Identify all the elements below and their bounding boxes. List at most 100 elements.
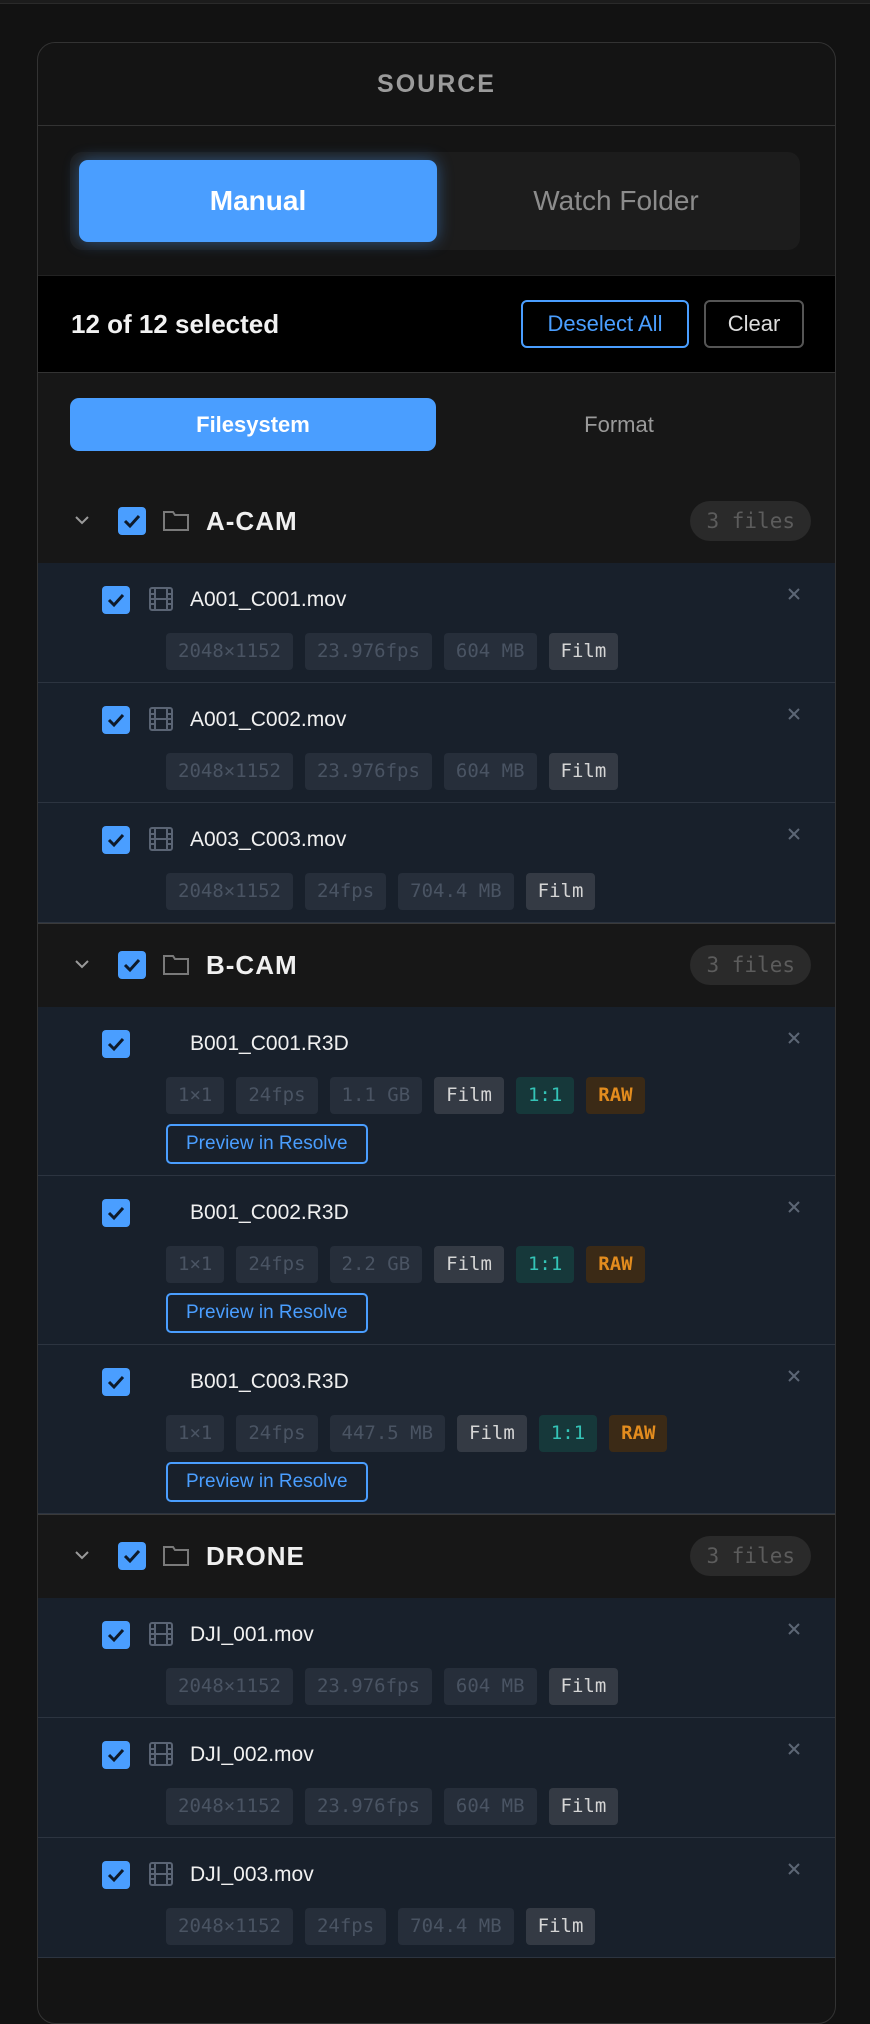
film-icon — [148, 1621, 174, 1647]
raw-tag: RAW — [609, 1415, 668, 1452]
group-header[interactable]: A-CAM 3 files — [38, 480, 835, 563]
ratio-tag: 1:1 — [515, 1077, 575, 1114]
file-row: DJI_002.mov 2048×1152 23.976fps 604 MB Film — [38, 1718, 835, 1838]
file-name: DJI_002.mov — [190, 1743, 314, 1766]
file-checkbox[interactable] — [102, 706, 130, 734]
fps-tag: 23.976fps — [304, 1668, 432, 1705]
file-groups: A-CAM 3 files A001_C001.mov 2048×1152 23.976… — [38, 480, 835, 1958]
window-top-edge — [0, 0, 870, 4]
close-icon[interactable] — [785, 705, 803, 723]
size-tag: 604 MB — [443, 633, 537, 670]
size-tag: 604 MB — [443, 753, 537, 790]
file-count-badge: 3 files — [690, 1536, 811, 1576]
file-tags: 2048×1152 24fps 704.4 MB Film — [166, 1908, 596, 1945]
mode-manual-button[interactable]: Manual — [79, 160, 437, 242]
group-checkbox[interactable] — [118, 1542, 146, 1570]
file-count-badge: 3 files — [690, 945, 811, 985]
film-icon — [148, 1861, 174, 1887]
raw-tag: RAW — [586, 1077, 645, 1114]
mode-watch-folder-button[interactable]: Watch Folder — [437, 160, 795, 242]
preview-in-resolve-button[interactable]: Preview in Resolve — [166, 1293, 368, 1333]
type-tag: Film — [434, 1246, 504, 1283]
chevron-down-icon[interactable] — [72, 510, 92, 530]
file-checkbox[interactable] — [102, 1861, 130, 1889]
deselect-all-button[interactable]: Deselect All — [521, 300, 689, 348]
chevron-down-icon[interactable] — [72, 954, 92, 974]
folder-icon — [162, 1543, 190, 1567]
tab-filesystem[interactable]: Filesystem — [70, 398, 436, 451]
preview-in-resolve-button[interactable]: Preview in Resolve — [166, 1462, 368, 1502]
folder-icon — [162, 508, 190, 532]
source-panel: SOURCE Manual Watch Folder 12 of 12 sele… — [37, 42, 836, 2024]
type-tag: Film — [525, 1908, 596, 1945]
file-row: A001_C001.mov 2048×1152 23.976fps 604 MB Fil… — [38, 563, 835, 683]
file-row: DJI_003.mov 2048×1152 24fps 704.4 MB Film — [38, 1838, 835, 1958]
file-tags: 2048×1152 24fps 704.4 MB Film — [166, 873, 596, 910]
size-tag: 1.1 GB — [329, 1077, 423, 1114]
file-count-badge: 3 files — [690, 501, 811, 541]
chevron-down-icon[interactable] — [72, 1545, 92, 1565]
file-name: B001_C002.R3D — [190, 1201, 349, 1224]
file-checkbox[interactable] — [102, 1030, 130, 1058]
clear-button[interactable]: Clear — [704, 300, 804, 348]
size-tag: 447.5 MB — [329, 1415, 446, 1452]
file-row: A003_C003.mov 2048×1152 24fps 704.4 MB Film — [38, 803, 835, 923]
fps-tag: 24fps — [304, 1908, 387, 1945]
film-icon — [148, 826, 174, 852]
file-checkbox[interactable] — [102, 1199, 130, 1227]
file-checkbox[interactable] — [102, 826, 130, 854]
group-header[interactable]: B-CAM 3 files — [38, 923, 835, 1007]
file-row: DJI_001.mov 2048×1152 23.976fps 604 MB Film — [38, 1598, 835, 1718]
file-name: B001_C001.R3D — [190, 1032, 349, 1055]
fps-tag: 23.976fps — [304, 753, 432, 790]
selection-count: 12 of 12 selected — [71, 309, 280, 339]
close-icon[interactable] — [785, 585, 803, 603]
file-checkbox[interactable] — [102, 1741, 130, 1769]
tab-format[interactable]: Format — [436, 398, 802, 451]
resolution-tag: 2048×1152 — [166, 873, 293, 910]
file-checkbox[interactable] — [102, 1621, 130, 1649]
type-tag: Film — [548, 1668, 619, 1705]
mode-segmented-control: Manual Watch Folder — [70, 152, 800, 250]
resolution-tag: 1×1 — [166, 1415, 225, 1452]
file-name: A001_C002.mov — [190, 708, 347, 731]
file-tags: 2048×1152 23.976fps 604 MB Film — [166, 1788, 619, 1825]
fps-tag: 24fps — [236, 1415, 318, 1452]
type-tag: Film — [548, 1788, 619, 1825]
size-tag: 704.4 MB — [398, 1908, 514, 1945]
resolution-tag: 2048×1152 — [166, 753, 293, 790]
file-name: A003_C003.mov — [190, 828, 347, 851]
close-icon[interactable] — [785, 1860, 803, 1878]
resolution-tag: 1×1 — [166, 1077, 225, 1114]
selection-bar: 12 of 12 selected Deselect All Clear — [38, 276, 835, 373]
group-checkbox[interactable] — [118, 951, 146, 979]
group-title: B-CAM — [206, 950, 298, 980]
file-tags: 2048×1152 23.976fps 604 MB Film — [166, 753, 619, 790]
group-title: A-CAM — [206, 506, 298, 536]
preview-in-resolve-button[interactable]: Preview in Resolve — [166, 1124, 368, 1164]
close-icon[interactable] — [785, 1367, 803, 1385]
ratio-tag: 1:1 — [515, 1246, 575, 1283]
file-tags: 1×1 24fps 1.1 GB Film 1:1 RAW — [166, 1077, 645, 1114]
mode-selector: Manual Watch Folder — [38, 126, 835, 276]
type-tag: Film — [548, 753, 619, 790]
file-row: A001_C002.mov 2048×1152 23.976fps 604 MB Fil… — [38, 683, 835, 803]
raw-tag: RAW — [586, 1246, 645, 1283]
file-name: A001_C001.mov — [190, 588, 347, 611]
close-icon[interactable] — [785, 1198, 803, 1216]
file-row: B001_C003.R3D 1×1 24fps 447.5 MB Film 1:1 RAW P… — [38, 1345, 835, 1514]
fps-tag: 23.976fps — [304, 1788, 432, 1825]
close-icon[interactable] — [785, 1620, 803, 1638]
group-checkbox[interactable] — [118, 507, 146, 535]
group-header[interactable]: DRONE 3 files — [38, 1514, 835, 1598]
folder-icon — [162, 952, 190, 976]
type-tag: Film — [525, 873, 596, 910]
file-checkbox[interactable] — [102, 1368, 130, 1396]
resolution-tag: 2048×1152 — [166, 1668, 293, 1705]
close-icon[interactable] — [785, 1029, 803, 1047]
close-icon[interactable] — [785, 825, 803, 843]
close-icon[interactable] — [785, 1740, 803, 1758]
resolution-tag: 2048×1152 — [166, 1788, 293, 1825]
file-checkbox[interactable] — [102, 586, 130, 614]
file-tags: 1×1 24fps 2.2 GB Film 1:1 RAW — [166, 1246, 645, 1283]
